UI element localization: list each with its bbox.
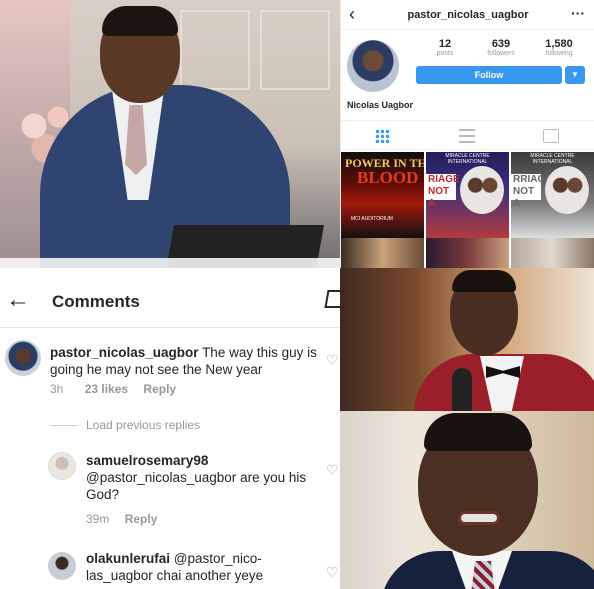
comments-title: Comments — [52, 292, 140, 311]
couple-photo — [545, 166, 589, 214]
profile-header: ‹ pastor_nicolas_uagbor ··· — [341, 0, 594, 30]
back-arrow-icon[interactable]: ← — [6, 286, 30, 314]
comment-body: pastor_nicolas_uagbor The way this guy i… — [50, 344, 325, 378]
following-count: 1,580 — [545, 38, 573, 50]
divider — [50, 425, 78, 426]
hair — [452, 270, 516, 292]
more-horizontal-icon[interactable]: ··· — [571, 5, 585, 21]
status-strip — [0, 258, 340, 268]
posts-stat[interactable]: 12 posts — [421, 38, 469, 57]
comment-text: chai another yeye — [156, 568, 264, 583]
grid-view-icon[interactable] — [375, 129, 391, 143]
comment-mention[interactable]: @pastor_nico- — [174, 551, 262, 566]
comment-time: 39m — [86, 512, 110, 526]
send-icon[interactable] — [324, 290, 340, 308]
comment-username[interactable]: samuelrosemary98 — [86, 453, 208, 468]
comment-meta: 39m Reply — [86, 512, 157, 526]
profile-username: pastor_nicolas_uagbor — [407, 9, 529, 21]
post-thumbnail[interactable] — [511, 238, 594, 268]
likes-count[interactable]: 23 likes — [85, 382, 128, 396]
avatar[interactable] — [48, 452, 76, 480]
list-view-icon[interactable] — [459, 129, 475, 143]
hair — [102, 6, 178, 36]
profile-tabs — [341, 120, 594, 150]
post-thumbnail[interactable] — [341, 238, 424, 268]
heart-icon[interactable]: ♡ — [326, 353, 339, 367]
profile-display-name: Nicolas Uagbor — [347, 100, 414, 110]
posts-label: posts — [436, 50, 454, 57]
thumbnail-title: BLOOD — [357, 168, 419, 187]
pastor-preaching-photo — [0, 0, 340, 268]
thumbnail-subtitle: MCI AUDITORIUM — [351, 216, 393, 222]
post-thumbnail[interactable]: POWER IN THE BLOOD MCI AUDITORIUM — [341, 152, 424, 238]
comments-screen: ← Comments pastor_nicolas_uagbor The way… — [0, 268, 340, 589]
post-thumbnail[interactable]: MIRACLE CENTRE INTERNATIONAL RRIAGE NOT … — [511, 152, 594, 238]
profile-avatar[interactable] — [347, 40, 399, 92]
thumbnail-banner: RIAGE NOT A — [426, 174, 460, 209]
comment-body: olakunlerufai @pastor_nico- las_uagbor c… — [86, 550, 322, 584]
posts-count: 12 — [438, 38, 452, 50]
wall-panel — [180, 10, 250, 90]
followers-label: followers — [487, 50, 515, 57]
comment-username[interactable]: pastor_nicolas_uagbor — [50, 345, 199, 360]
chevron-down-icon[interactable]: ▼ — [565, 66, 585, 84]
comment-body: samuelrosemary98 @pastor_nicolas_uagbor … — [86, 452, 316, 503]
thumbnail-header: MIRACLE CENTRE INTERNATIONAL — [445, 153, 490, 165]
comment-mention[interactable]: @pastor_nicolas_uagbor — [86, 470, 236, 485]
heart-icon[interactable]: ♡ — [326, 565, 339, 579]
instagram-profile: ‹ pastor_nicolas_uagbor ··· 12 posts 639… — [340, 0, 594, 268]
comment-meta: 3h 23 likes Reply — [50, 382, 176, 396]
reply-button[interactable]: Reply — [143, 382, 176, 396]
avatar[interactable] — [48, 552, 76, 580]
post-thumbnail[interactable]: MIRACLE CENTRE INTERNATIONAL RIAGE NOT A — [426, 152, 509, 238]
mouth — [458, 511, 500, 525]
thumbnail-banner: RRIAGE NOT A — [511, 174, 552, 209]
pastor-microphone-photo — [340, 268, 594, 411]
comments-header: ← Comments — [0, 268, 340, 328]
load-previous-replies[interactable]: Load previous replies — [86, 418, 200, 432]
comment-username[interactable]: olakunlerufai — [86, 551, 170, 566]
microphone — [452, 368, 472, 411]
hair — [424, 413, 532, 451]
following-stat[interactable]: 1,580 following — [535, 38, 583, 57]
followers-count: 639 — [491, 38, 511, 50]
thumbnail-header: MIRACLE CENTRE INTERNATIONAL — [530, 153, 575, 165]
couple-photo — [460, 166, 504, 214]
tagged-photos-icon[interactable] — [543, 129, 559, 143]
heart-icon[interactable]: ♡ — [326, 463, 339, 477]
followers-stat[interactable]: 639 followers — [477, 38, 525, 57]
wall-panel — [260, 10, 330, 90]
following-label: following — [545, 50, 573, 57]
comment-mention[interactable]: las_uagbor — [86, 568, 153, 583]
pastor-closeup-photo — [340, 411, 594, 589]
follow-button[interactable]: Follow — [416, 66, 562, 84]
avatar[interactable] — [5, 340, 41, 376]
reply-button[interactable]: Reply — [125, 512, 158, 526]
comment-time: 3h — [50, 382, 64, 396]
post-thumbnail[interactable] — [426, 238, 509, 268]
